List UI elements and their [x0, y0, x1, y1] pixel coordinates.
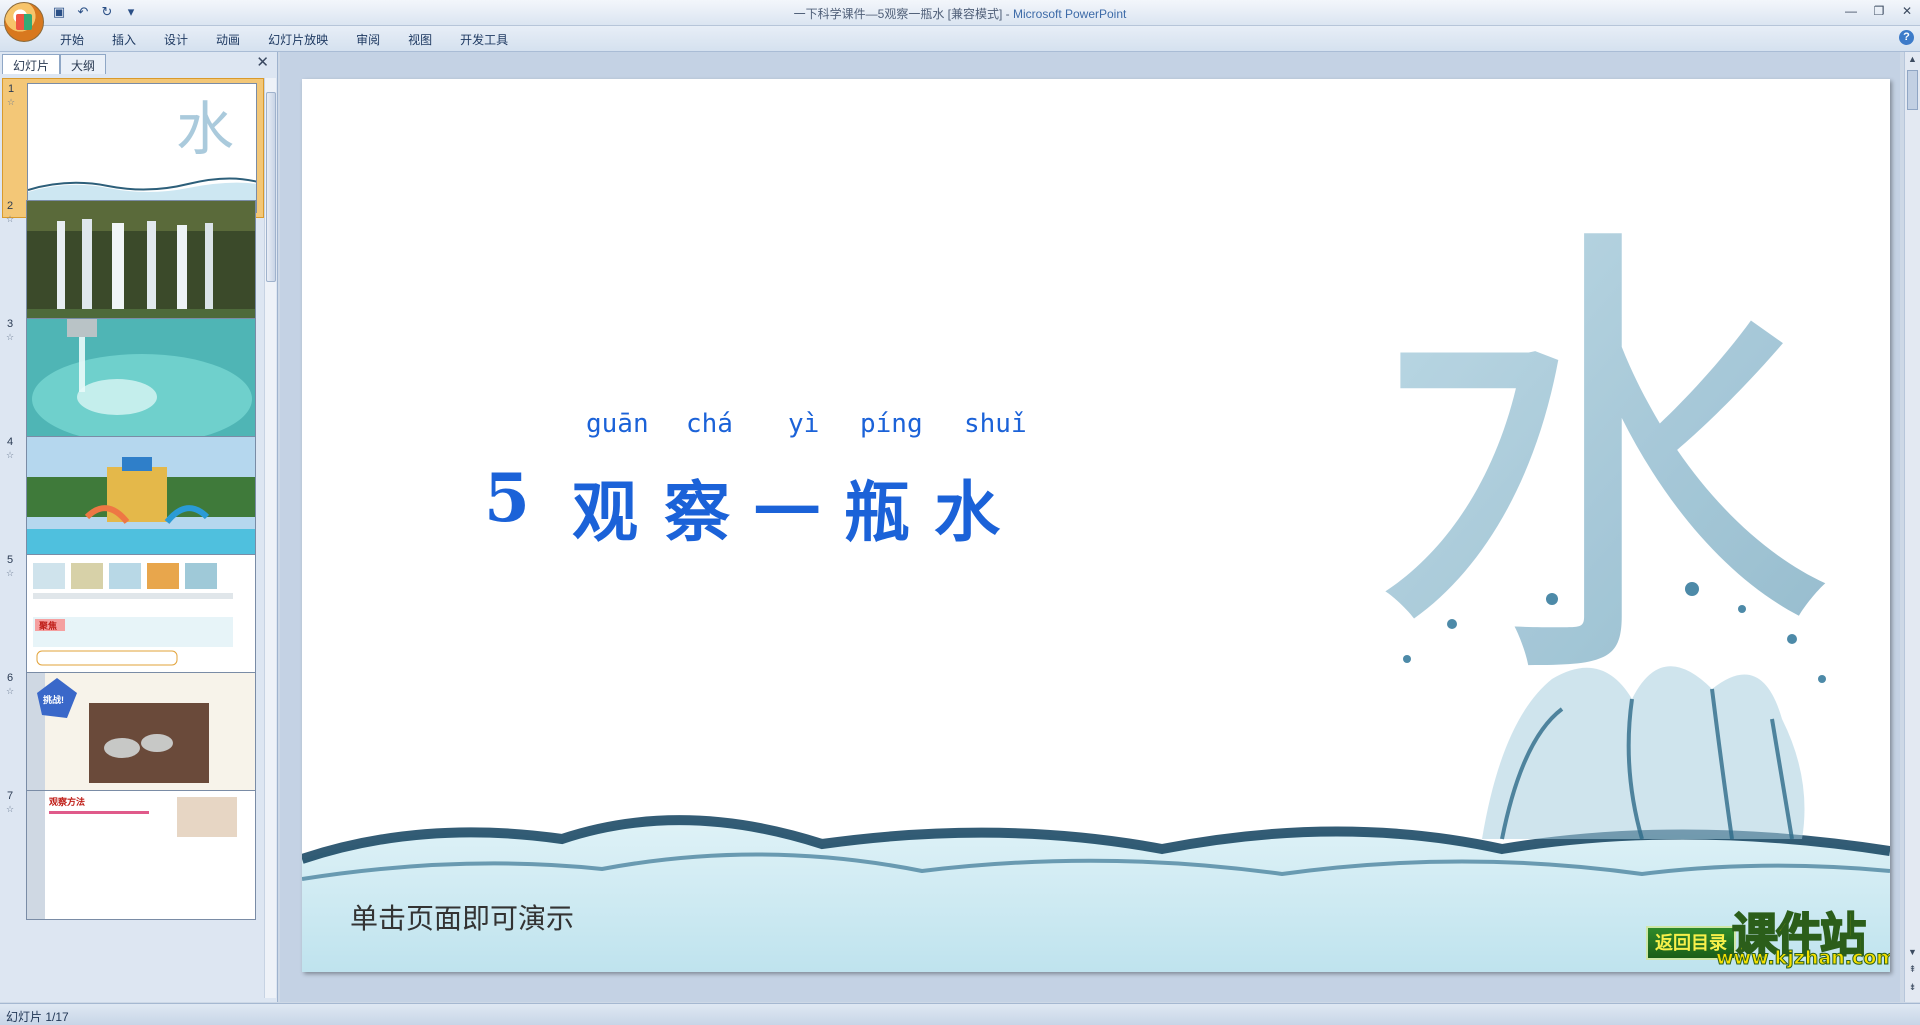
- tab-outline[interactable]: 大纲: [60, 54, 107, 74]
- slide-thumbnail: 观察方法: [26, 790, 256, 920]
- ribbon-tabs: 开始 插入 设计 动画 幻灯片放映 审阅 视图 开发工具: [60, 31, 508, 48]
- title-char: 水: [934, 473, 1000, 551]
- pinyin-syllable: shuǐ: [964, 409, 1027, 439]
- slide-number: 5: [7, 554, 14, 566]
- slide-number: 6: [7, 672, 14, 684]
- pinyin-row: guān chá yì píng shuǐ: [302, 409, 1890, 449]
- previous-slide-icon[interactable]: ⇞: [1906, 964, 1919, 978]
- window-title: 一下科学课件—5观察一瓶水 [兼容模式] - Microsoft PowerPo…: [0, 5, 1920, 22]
- title-bar: ▣ ↶ ↻ ▾ 一下科学课件—5观察一瓶水 [兼容模式] - Microsoft…: [0, 0, 1920, 42]
- thumbnail-label: 观察方法: [49, 796, 85, 807]
- current-slide[interactable]: 水 guān chá yì píng shuǐ 5 观 察 一 瓶 水 单击页面…: [302, 79, 1890, 972]
- slide-counter: 幻灯片 1/17: [6, 1010, 69, 1024]
- scrollbar-thumb[interactable]: [266, 92, 276, 282]
- pinyin-syllable: guān: [586, 409, 649, 439]
- slide-number: 3: [7, 318, 14, 330]
- animation-star-icon: ☆: [6, 804, 15, 814]
- slide-editor: 水 guān chá yì píng shuǐ 5 观 察 一 瓶 水 单击页面…: [280, 52, 1900, 1002]
- thumbnail-list: 1 ☆ 水 2 ☆ 3 ☆ 4 ☆ 5 ☆ 聚焦 6 ☆ 挑战! 7 ☆ 观察方…: [2, 78, 264, 998]
- tab-slides[interactable]: 幻灯片: [2, 54, 61, 74]
- thumbnail-label: 聚焦: [38, 620, 57, 631]
- maximize-icon[interactable]: ❐: [1870, 3, 1888, 19]
- tab-slideshow[interactable]: 幻灯片放映: [268, 31, 328, 48]
- slide-thumbnail: 水: [27, 83, 257, 213]
- animation-star-icon: ☆: [7, 97, 16, 107]
- window-controls: — ❐ ✕: [1842, 3, 1916, 19]
- scroll-down-icon[interactable]: ▼: [1906, 947, 1919, 961]
- office-logo-icon: [16, 14, 32, 30]
- ribbon: 开始 插入 设计 动画 幻灯片放映 审阅 视图 开发工具 ?: [0, 26, 1920, 52]
- tab-review[interactable]: 审阅: [356, 31, 380, 48]
- slide-number: 2: [7, 200, 14, 212]
- tab-insert[interactable]: 插入: [112, 31, 136, 48]
- status-bar: 幻灯片 1/17: [0, 1003, 1920, 1025]
- slide-thumbnail: [26, 200, 256, 330]
- watermark-url: www.kjzhan.com: [1715, 947, 1890, 970]
- tab-design[interactable]: 设计: [164, 31, 188, 48]
- title-char: 观: [572, 473, 638, 551]
- click-hint: 单击页面即可演示: [350, 902, 575, 935]
- animation-star-icon: ☆: [6, 450, 15, 460]
- pinyin-syllable: yì: [788, 409, 820, 439]
- minimize-icon[interactable]: —: [1842, 3, 1860, 19]
- scroll-up-icon[interactable]: ▲: [1906, 54, 1919, 68]
- slide-thumbnail: [26, 318, 256, 448]
- slide-number: 1: [8, 83, 15, 95]
- title-char: 瓶: [844, 473, 910, 551]
- animation-star-icon: ☆: [6, 214, 15, 224]
- tab-home[interactable]: 开始: [60, 31, 84, 48]
- scrollbar-thumb[interactable]: [1907, 70, 1918, 110]
- slide-number: 7: [7, 790, 14, 802]
- watermark-logo: 课件站 www.kjzhan.com: [1712, 897, 1890, 972]
- app-name: Microsoft PowerPoint: [1012, 7, 1127, 21]
- close-pane-icon[interactable]: ✕: [256, 53, 269, 71]
- next-slide-icon[interactable]: ⇟: [1906, 982, 1919, 996]
- title-char: 察: [664, 473, 730, 551]
- help-icon[interactable]: ?: [1899, 30, 1914, 45]
- tab-view[interactable]: 视图: [408, 31, 432, 48]
- slide-thumbnail: [26, 436, 256, 566]
- office-button[interactable]: [4, 2, 44, 42]
- thumbnail-slide-7[interactable]: 7 ☆ 观察方法: [2, 786, 264, 926]
- tab-animations[interactable]: 动画: [216, 31, 240, 48]
- tab-developer[interactable]: 开发工具: [460, 31, 508, 48]
- animation-star-icon: ☆: [6, 568, 15, 578]
- editor-scrollbar[interactable]: ▲ ▼ ⇞ ⇟: [1904, 52, 1920, 1002]
- slides-pane: 幻灯片 大纲 ✕ 1 ☆ 水 2 ☆ 3 ☆ 4 ☆ 5 ☆ 聚焦 6 ☆ 挑战…: [0, 52, 278, 1002]
- slide-thumbnail: 聚焦: [26, 554, 256, 684]
- pane-tabs: 幻灯片 大纲: [2, 54, 107, 74]
- animation-star-icon: ☆: [6, 332, 15, 342]
- document-title: 一下科学课件—5观察一瓶水 [兼容模式] -: [793, 7, 1013, 21]
- thumbnail-label: 挑战!: [43, 694, 64, 705]
- slide-thumbnail: 挑战!: [26, 672, 256, 802]
- slide-number: 4: [7, 436, 14, 448]
- svg-text:水: 水: [176, 95, 234, 163]
- title-char: 一: [754, 473, 820, 551]
- close-icon[interactable]: ✕: [1898, 3, 1916, 19]
- animation-star-icon: ☆: [6, 686, 15, 696]
- pinyin-syllable: píng: [860, 409, 923, 439]
- lesson-number: 5: [484, 459, 530, 537]
- slide-title: 5 观 察 一 瓶 水: [302, 459, 1890, 551]
- thumbnail-scrollbar[interactable]: [264, 78, 276, 998]
- pinyin-syllable: chá: [686, 409, 733, 439]
